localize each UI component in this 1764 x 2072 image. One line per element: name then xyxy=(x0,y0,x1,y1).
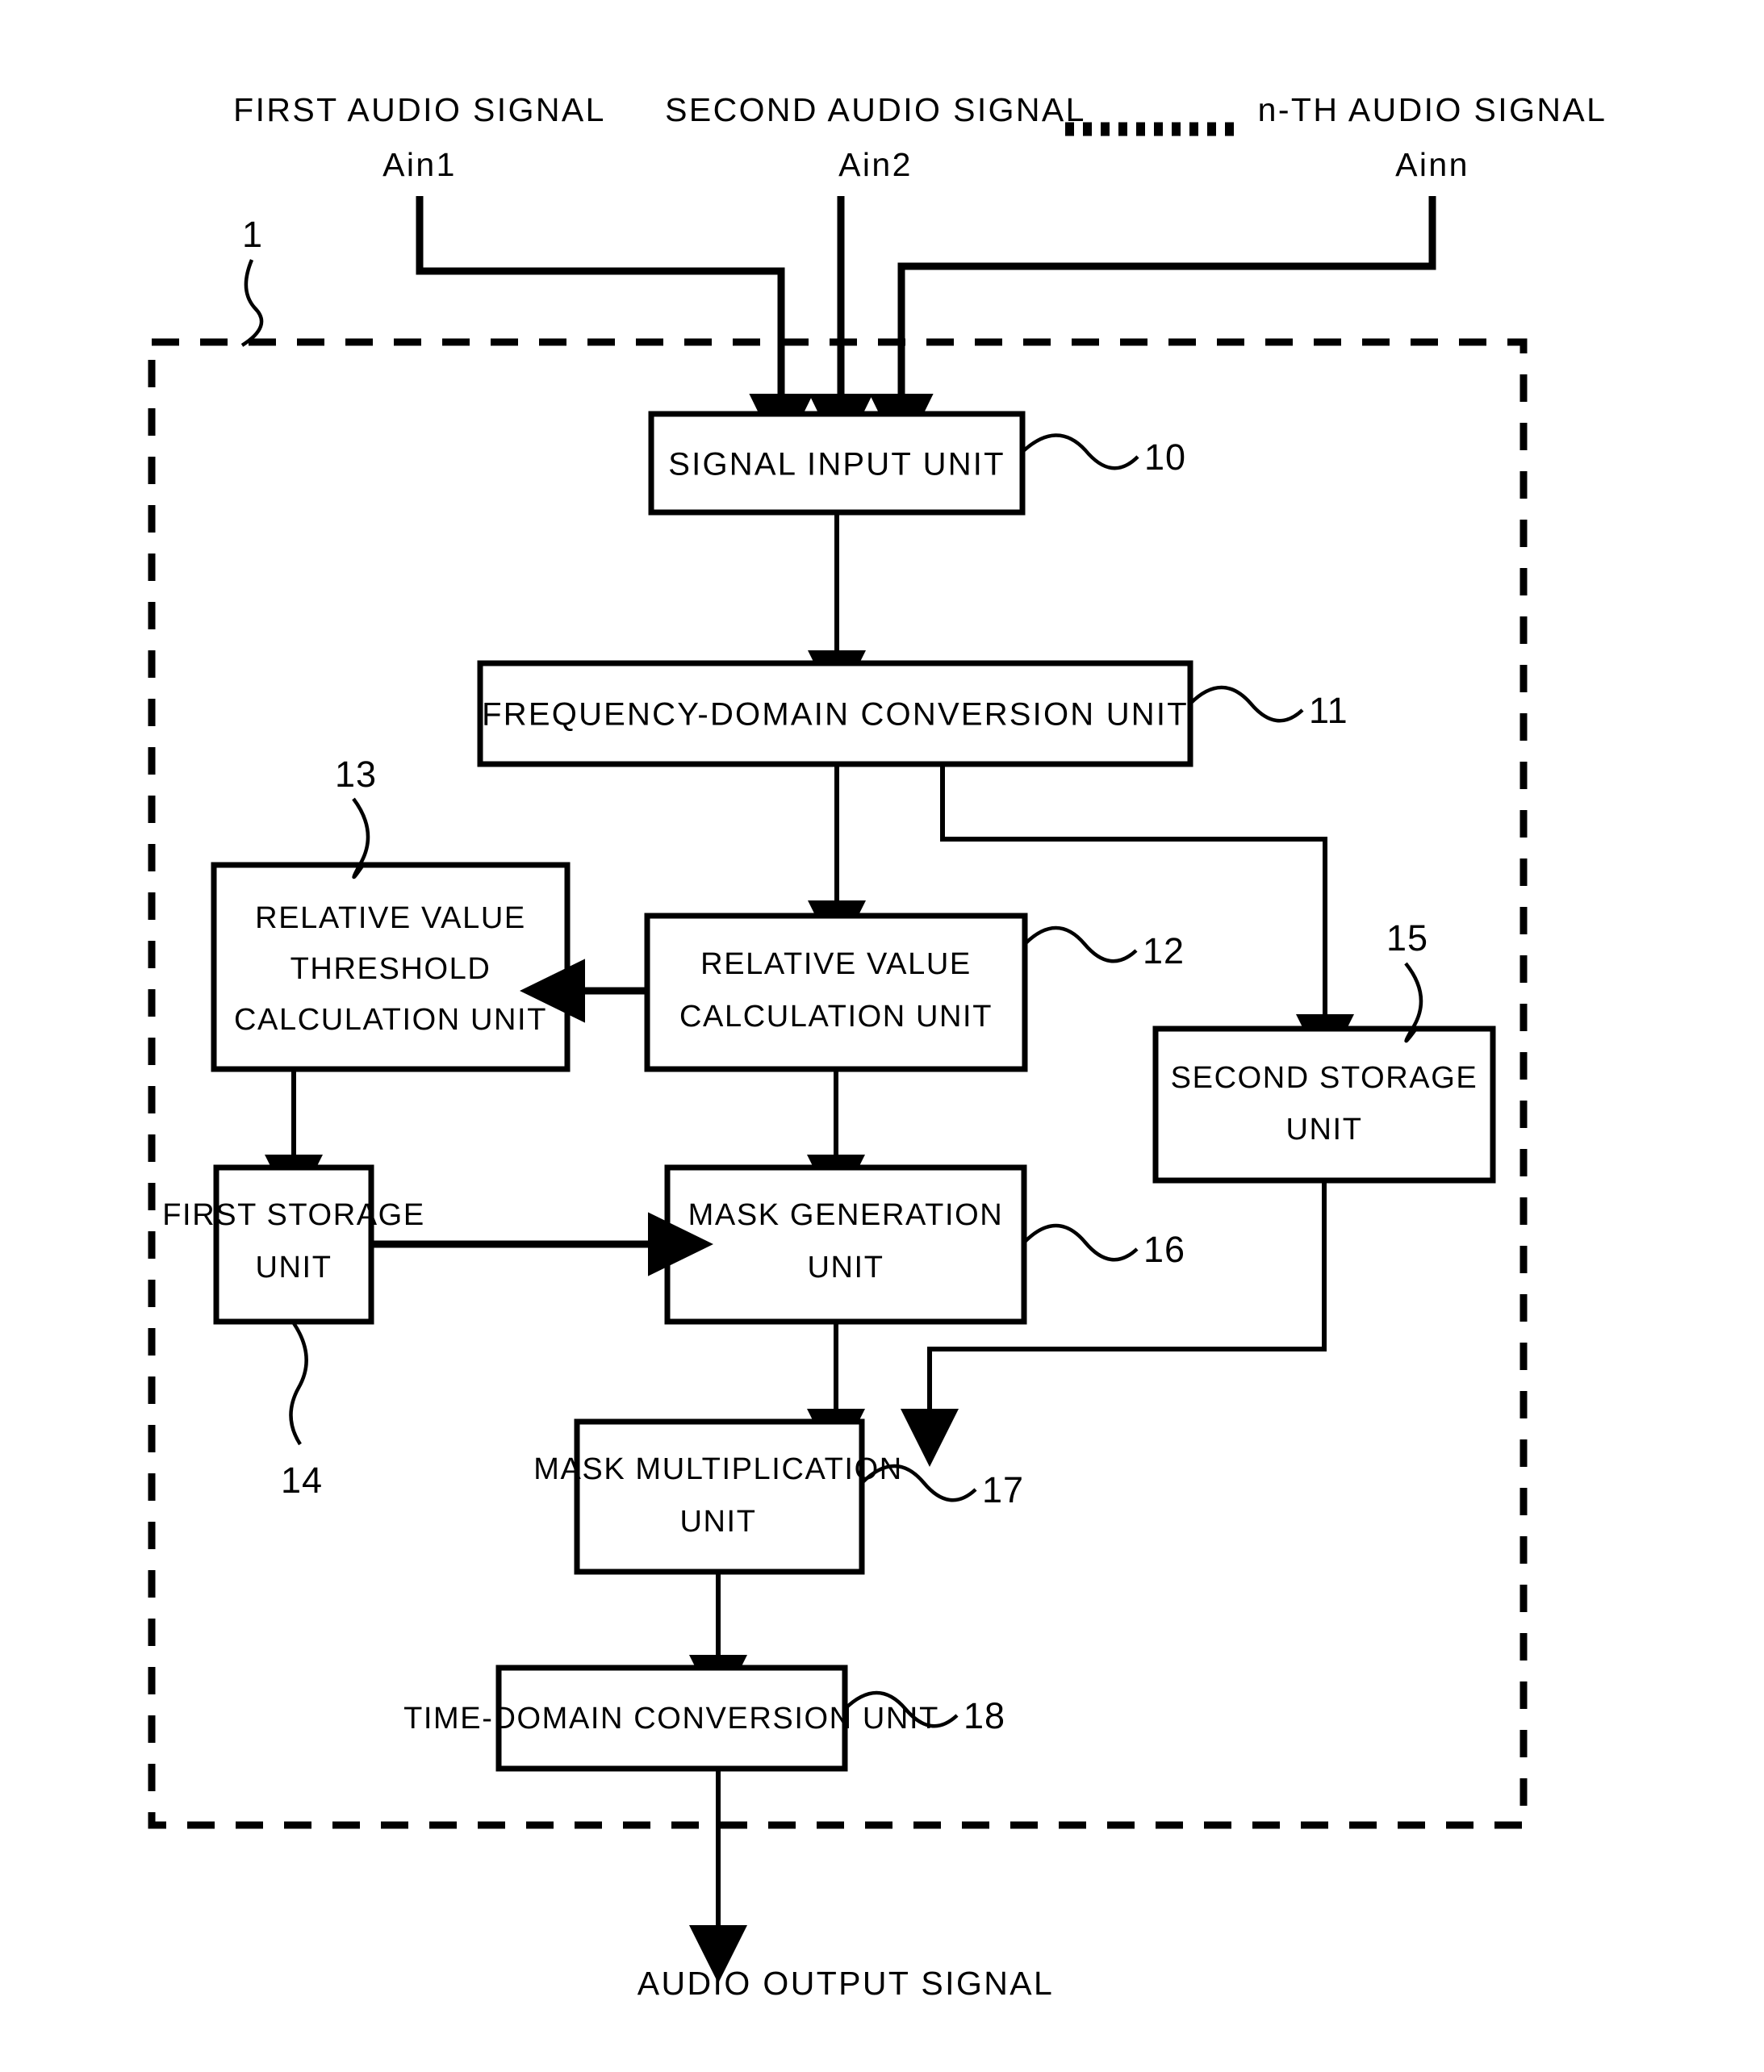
relative-value-calculation-unit-box[interactable] xyxy=(644,913,1028,1072)
ref-11-leader xyxy=(1189,685,1304,723)
frequency-domain-conversion-unit-block[interactable]: FREQUENCY-DOMAIN CONVERSION UNIT xyxy=(477,660,1193,767)
ssu-line-1: SECOND STORAGE xyxy=(1171,1061,1478,1095)
second-audio-signal-label: SECOND AUDIO SIGNAL xyxy=(665,91,1086,128)
tdcu-label: TIME-DOMAIN CONVERSION UNIT xyxy=(403,1702,939,1736)
rvt-line-1: RELATIVE VALUE xyxy=(255,901,526,935)
ref-16-leader xyxy=(1022,1223,1139,1262)
time-domain-conversion-unit-block[interactable]: TIME-DOMAIN CONVERSION UNIT xyxy=(403,1665,939,1772)
ref-13-label: 13 xyxy=(335,754,377,795)
ref-14-label: 14 xyxy=(281,1460,323,1501)
rvt-line-3: CALCULATION UNIT xyxy=(234,1003,547,1037)
ref-17-label: 17 xyxy=(982,1469,1024,1510)
second-audio-signal-value: Ain2 xyxy=(838,146,913,183)
mmu-line-2: UNIT xyxy=(679,1505,756,1539)
ref-16-label: 16 xyxy=(1143,1229,1185,1270)
nth-signal-wire xyxy=(869,196,1436,459)
mask-generation-unit-block[interactable]: MASK GENERATION UNIT xyxy=(664,1164,1027,1325)
ref-11-label: 11 xyxy=(1309,690,1348,731)
audio-output-signal-label: AUDIO OUTPUT SIGNAL xyxy=(637,1965,1054,2002)
input-labels: FIRST AUDIO SIGNAL Ain1 SECOND AUDIO SIG… xyxy=(233,91,1607,183)
mgu-line-2: UNIT xyxy=(807,1251,884,1285)
second-storage-unit-box[interactable] xyxy=(1152,1026,1496,1184)
fsu-line-2: UNIT xyxy=(255,1251,332,1285)
mgu-line-1: MASK GENERATION xyxy=(688,1198,1004,1232)
ref-15-label: 15 xyxy=(1386,917,1428,959)
mask-generation-unit-box[interactable] xyxy=(664,1164,1027,1325)
rvc-line-2: CALCULATION UNIT xyxy=(679,1000,993,1034)
first-audio-signal-value: Ain1 xyxy=(382,146,457,183)
relative-value-threshold-calculation-unit-block[interactable]: RELATIVE VALUE THRESHOLD CALCULATION UNI… xyxy=(211,862,571,1072)
signal-input-unit-block[interactable]: SIGNAL INPUT UNIT xyxy=(648,411,1026,516)
fsu-line-1: FIRST STORAGE xyxy=(162,1198,425,1232)
ref-10-leader xyxy=(1021,433,1139,470)
ref-12-leader xyxy=(1023,925,1138,963)
ref-1-label: 1 xyxy=(242,214,263,255)
mmu-line-1: MASK MULTIPLICATION xyxy=(533,1452,903,1486)
first-audio-signal-label: FIRST AUDIO SIGNAL xyxy=(233,91,606,128)
ref-10-label: 10 xyxy=(1144,437,1186,478)
ref-18-label: 18 xyxy=(964,1695,1005,1736)
mask-multiplication-unit-block[interactable]: MASK MULTIPLICATION UNIT xyxy=(533,1418,903,1575)
ref-1-leader xyxy=(240,259,264,347)
patent-figure-canvas: FIRST AUDIO SIGNAL Ain1 SECOND AUDIO SIG… xyxy=(0,0,1764,2072)
nth-audio-signal-label: n-TH AUDIO SIGNAL xyxy=(1258,91,1607,128)
frequency-domain-conversion-unit-label: FREQUENCY-DOMAIN CONVERSION UNIT xyxy=(482,697,1189,733)
signal-input-unit-label: SIGNAL INPUT UNIT xyxy=(668,447,1005,482)
first-signal-wire xyxy=(416,196,813,459)
first-storage-unit-box[interactable] xyxy=(213,1164,374,1325)
ssu-line-2: UNIT xyxy=(1285,1113,1362,1147)
second-storage-unit-block[interactable]: SECOND STORAGE UNIT xyxy=(1152,1026,1496,1184)
ref-14-leader xyxy=(289,1322,308,1446)
mask-multiplication-unit-box[interactable] xyxy=(574,1418,865,1575)
rvc-line-1: RELATIVE VALUE xyxy=(700,947,972,981)
relative-value-calculation-unit-block[interactable]: RELATIVE VALUE CALCULATION UNIT xyxy=(644,913,1028,1072)
nth-audio-signal-value: Ainn xyxy=(1395,146,1469,183)
rvt-line-2: THRESHOLD xyxy=(291,952,491,986)
ref-12-label: 12 xyxy=(1143,930,1185,971)
input-routing xyxy=(416,196,1436,459)
